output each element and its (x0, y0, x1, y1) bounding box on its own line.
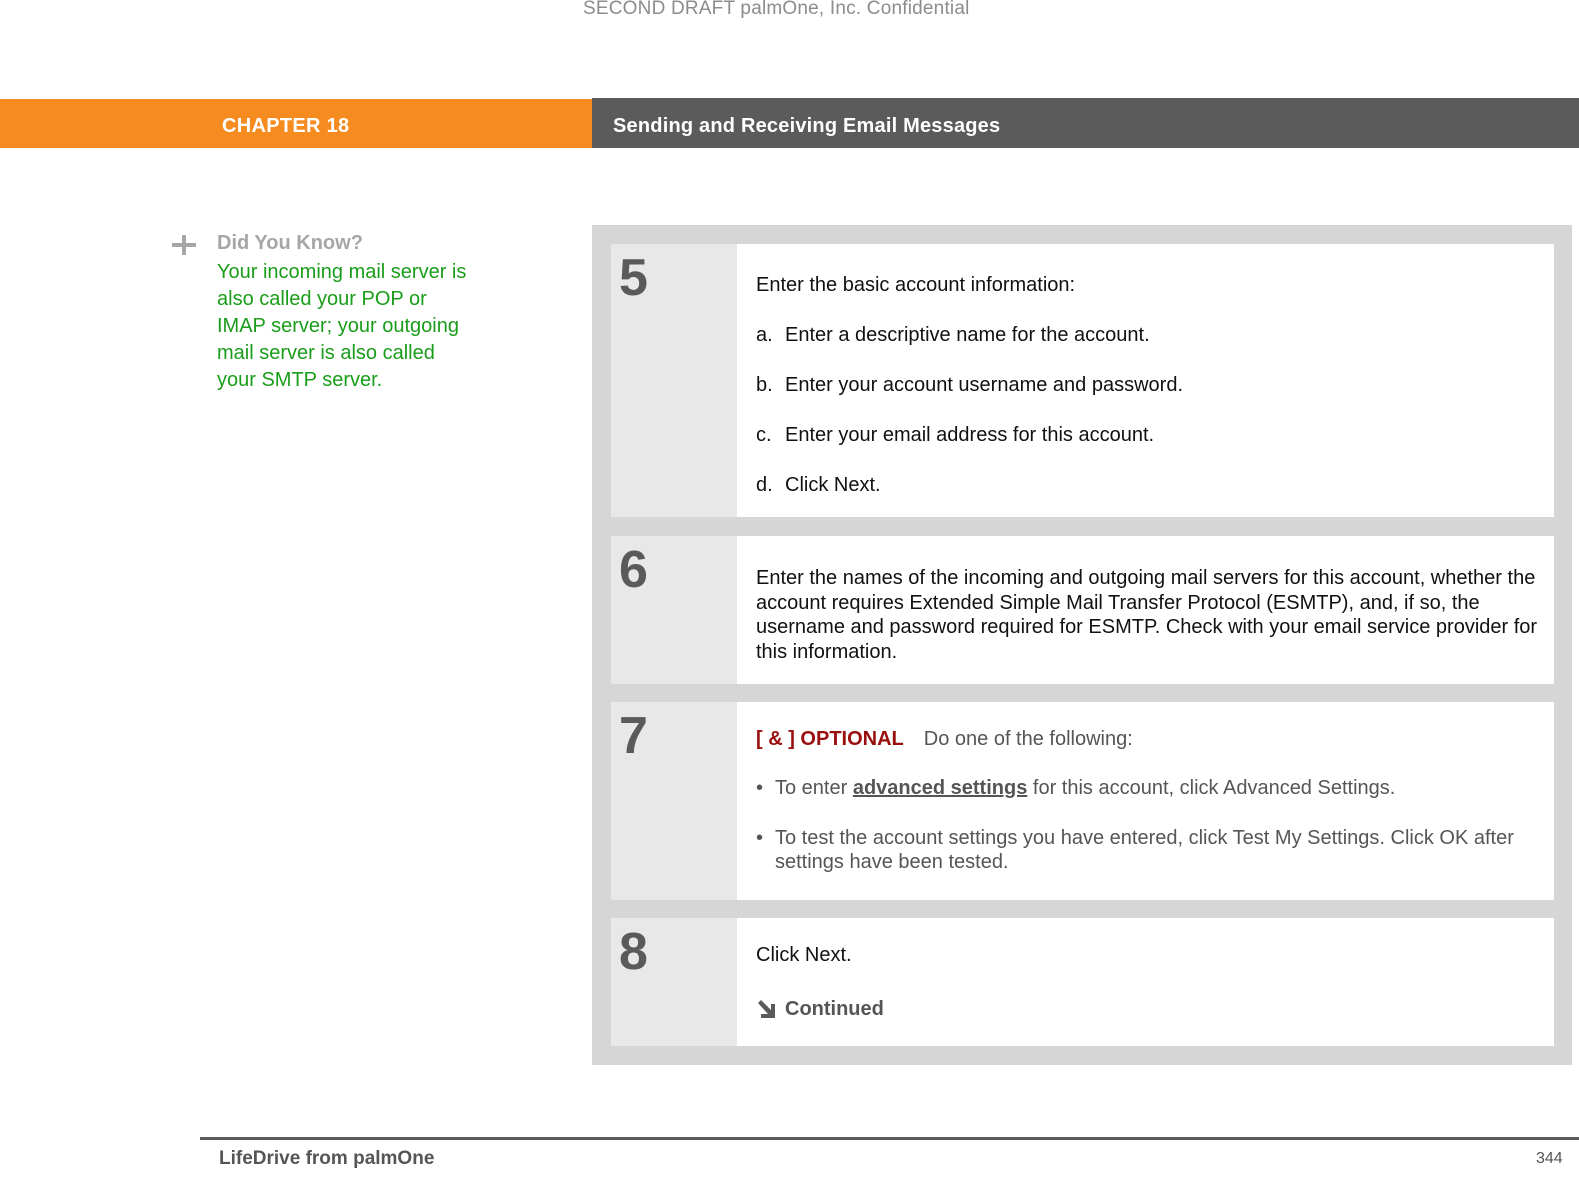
sub-step-label: b. (756, 374, 773, 396)
sub-step-text: Enter a descriptive name for the account… (785, 324, 1150, 346)
step-8: 8 Click Next. Continued (611, 918, 1554, 1046)
sub-step: d. Click Next. (756, 474, 1538, 524)
sub-step-label: a. (756, 324, 773, 346)
bullet-text: To test the account settings you have en… (775, 826, 1514, 874)
arrow-down-right-icon (758, 999, 775, 1018)
sub-step: a. Enter a descriptive name for the accou… (756, 324, 1538, 374)
step-6: 6 Enter the names of the incoming and ou… (611, 536, 1554, 684)
step-number-column: 6 (611, 536, 737, 684)
optional-tag: [ & ] OPTIONAL (756, 728, 904, 750)
page-number: 344 (1536, 1150, 1563, 1167)
bullet-text: To enter (775, 777, 853, 799)
step-content: Enter the basic account information: a. E… (756, 274, 1538, 524)
step-number: 7 (619, 707, 648, 765)
step-text: Enter the names of the incoming and outg… (756, 567, 1538, 663)
step-intro: Enter the basic account information: (756, 274, 1076, 296)
sub-step-text: Enter your account username and password… (785, 374, 1183, 396)
step-5: 5 Enter the basic account information: a… (611, 244, 1554, 517)
sub-step: c. Enter your email address for this acco… (756, 424, 1538, 474)
plus-icon (172, 235, 196, 255)
step-text: Click Next. (756, 944, 852, 966)
footer-title: LifeDrive from palmOne (219, 1148, 435, 1169)
step-7: 7 [ & ] OPTIONAL Do one of the following:… (611, 702, 1554, 900)
step-number: 5 (619, 249, 648, 307)
step-number: 6 (619, 541, 648, 599)
continued-label: Continued (785, 998, 884, 1020)
bullet-item: To enter advanced settings for this acco… (756, 776, 1538, 801)
watermark-text: SECOND DRAFT palmOne, Inc. Confidential (583, 0, 970, 19)
step-content: Click Next. Continued (756, 944, 1538, 1021)
continued-indicator: Continued (756, 998, 1538, 1021)
step-intro: Do one of the following: (923, 728, 1133, 750)
bullet-text: for this account, click Advanced Setting… (1027, 777, 1396, 799)
did-you-know-body: Your incoming mail server is also called… (217, 261, 467, 391)
footer-rule (200, 1137, 1579, 1140)
sub-step-text: Enter your email address for this accoun… (785, 424, 1155, 446)
step-number: 8 (619, 923, 648, 981)
optional-line: [ & ] OPTIONAL Do one of the following: (756, 728, 1538, 751)
sub-step: b. Enter your account username and passwo… (756, 374, 1538, 424)
chapter-title: Sending and Receiving Email Messages (613, 115, 1001, 137)
step-number-column: 8 (611, 918, 737, 1046)
did-you-know-title: Did You Know? (217, 232, 363, 254)
sub-step-label: c. (756, 424, 772, 446)
sub-step-text: Click Next. (785, 474, 881, 496)
step-content: [ & ] OPTIONAL Do one of the following: T… (756, 728, 1538, 875)
step-number-column: 7 (611, 702, 737, 900)
sub-step-label: d. (756, 474, 773, 496)
chapter-label: CHAPTER 18 (222, 115, 350, 137)
advanced-settings-link[interactable]: advanced settings (853, 777, 1028, 799)
step-number-column: 5 (611, 244, 737, 517)
bullet-item: To test the account settings you have en… (756, 826, 1538, 875)
